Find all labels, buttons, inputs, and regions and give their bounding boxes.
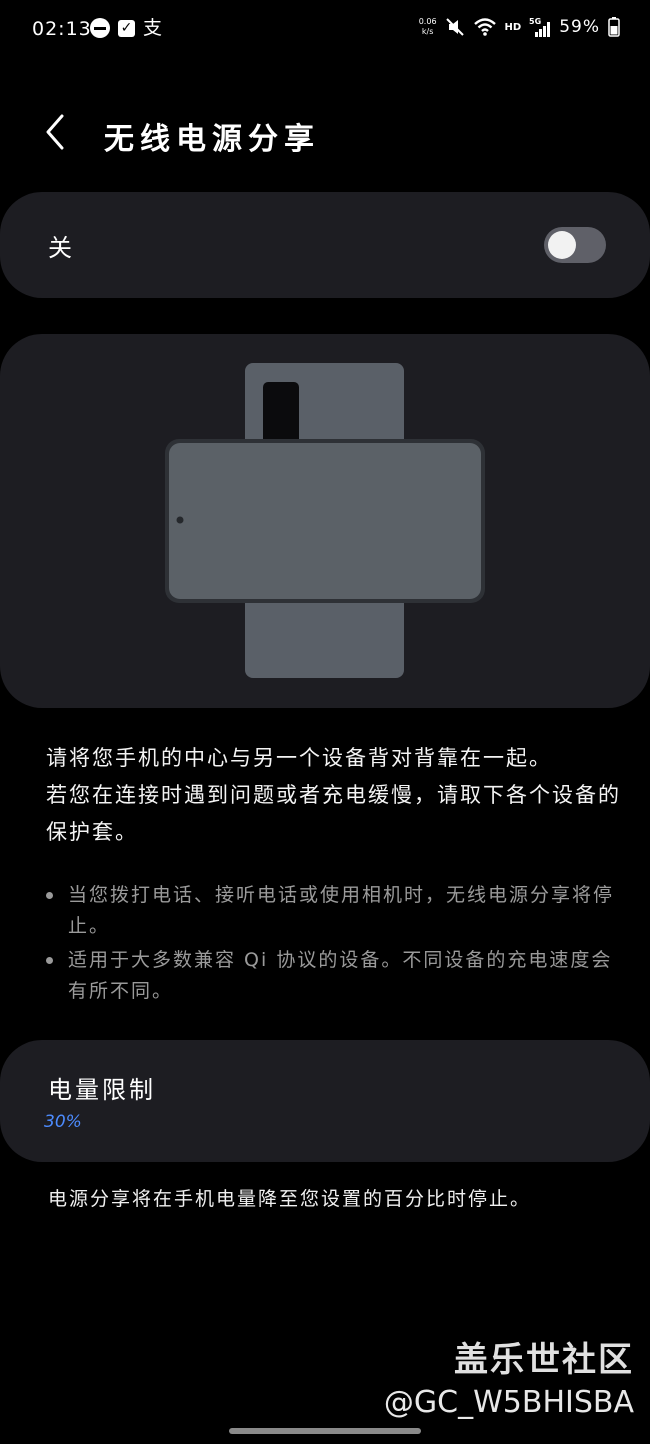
back-button[interactable] [36, 112, 76, 156]
notification-icons: ✓ 支 [90, 18, 162, 38]
wifi-icon [473, 17, 497, 37]
bullet-icon [46, 957, 53, 964]
battery-limit-note: 电源分享将在手机电量降至您设置的百分比时停止。 [48, 1188, 532, 1210]
signal-icon: 5G [529, 16, 551, 38]
page-header: 无线电源分享 [0, 100, 650, 170]
net-speed: 0.06 k/s [419, 17, 437, 37]
home-indicator[interactable] [229, 1428, 421, 1434]
switch-knob [548, 231, 576, 259]
alipay-icon: 支 [143, 17, 163, 39]
note-item: 当您拨打电话、接听电话或使用相机时，无线电源分享将停止。 [44, 880, 614, 942]
bullet-icon [46, 892, 53, 899]
watermark: 盖乐世社区 @GC_W5BHISBA [384, 1332, 634, 1420]
mute-icon [445, 17, 465, 37]
battery-limit-value: 30% [44, 1112, 82, 1132]
note-text: 当您拨打电话、接听电话或使用相机时，无线电源分享将停止。 [68, 884, 615, 937]
chevron-left-icon [46, 114, 64, 150]
phone-back-to-back-illustration [165, 363, 485, 678]
status-bar: 02:13 ✓ 支 0.06 k/s HD 5G 59% [0, 0, 650, 60]
power-share-switch[interactable] [544, 227, 606, 263]
notes-list: 当您拨打电话、接听电话或使用相机时，无线电源分享将停止。 适用于大多数兼容 Qi… [44, 880, 614, 1010]
check-icon: ✓ [118, 19, 135, 37]
description-text: 请将您手机的中心与另一个设备背对背靠在一起。 若您在连接时遇到问题或者充电缓慢，… [46, 740, 621, 851]
battery-icon [608, 17, 620, 37]
power-share-toggle-row[interactable]: 关 [0, 192, 650, 298]
watermark-user: @GC_W5BHISBA [383, 1385, 634, 1420]
net-speed-value: 0.06 [418, 17, 437, 26]
system-status-icons: 0.06 k/s HD 5G 59% [419, 16, 620, 38]
page-title: 无线电源分享 [104, 122, 320, 157]
dnd-icon [90, 18, 110, 38]
battery-limit-title: 电量限制 [48, 1076, 156, 1104]
illustration-card [0, 334, 650, 708]
description-line: 请将您手机的中心与另一个设备背对背靠在一起。 [46, 746, 552, 770]
description-line: 若您在连接时遇到问题或者充电缓慢，请取下各个设备的保护套。 [46, 783, 621, 844]
battery-limit-row[interactable]: 电量限制 30% [0, 1040, 650, 1162]
battery-percent: 59% [559, 17, 600, 37]
status-time: 02:13 [32, 18, 92, 40]
toggle-label: 关 [48, 234, 72, 262]
hd-label: HD [504, 21, 522, 33]
watermark-title: 盖乐世社区 [454, 1340, 634, 1380]
svg-text:5G: 5G [529, 17, 541, 26]
net-speed-unit: k/s [421, 27, 434, 36]
note-item: 适用于大多数兼容 Qi 协议的设备。不同设备的充电速度会有所不同。 [44, 945, 614, 1007]
note-text: 适用于大多数兼容 Qi 协议的设备。不同设备的充电速度会有所不同。 [68, 949, 613, 1002]
